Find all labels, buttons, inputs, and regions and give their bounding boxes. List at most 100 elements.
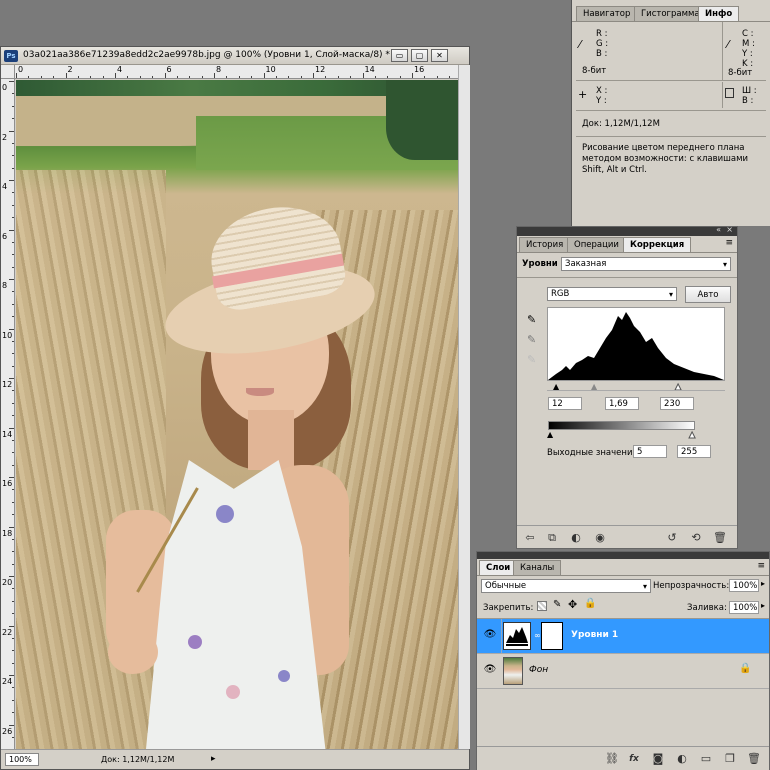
ruler-horizontal[interactable]: 0 2 4 6 8 10 12 14 16: [1, 65, 459, 79]
vertical-scrollbar[interactable]: [458, 65, 470, 749]
tab-history[interactable]: История: [519, 237, 571, 253]
lock-transparency-icon[interactable]: [537, 601, 547, 611]
output-white-field[interactable]: 255: [677, 445, 711, 458]
tab-info[interactable]: Инфо: [698, 6, 740, 22]
back-arrow-icon[interactable]: ⇦: [523, 531, 537, 545]
tab-histogram[interactable]: Гистограмма: [634, 6, 707, 22]
ruler-label: 2: [67, 65, 73, 74]
ruler-minor-tick: [176, 76, 178, 78]
zoom-field[interactable]: 100%: [5, 753, 39, 766]
preset-select[interactable]: Заказная ▾: [561, 257, 731, 271]
opacity-arrow-icon[interactable]: ▸: [761, 579, 765, 588]
layer-name[interactable]: Фон: [529, 665, 548, 675]
gray-eyedropper-icon[interactable]: ✎: [527, 333, 536, 346]
layer-row-background[interactable]: 👁 Фон 🔒: [477, 654, 769, 689]
ruler-minor-tick: [12, 551, 14, 553]
ruler-tick: [9, 378, 14, 379]
output-white-slider[interactable]: ▲: [688, 430, 695, 440]
ruler-label: 16: [2, 479, 13, 488]
input-gamma-field[interactable]: 1,69: [605, 397, 639, 410]
input-black-field[interactable]: 12: [548, 397, 582, 410]
trash-icon[interactable]: 🗑: [747, 752, 761, 766]
blend-mode-select[interactable]: Обычные ▾: [481, 579, 651, 593]
collapse-icon[interactable]: «: [716, 225, 721, 234]
panel-header-bar[interactable]: « ×: [517, 225, 737, 236]
levels-adjustment-icon: [506, 627, 528, 646]
ruler-tick: [9, 675, 14, 676]
white-eyedropper-icon[interactable]: ✎: [527, 353, 536, 366]
visibility-icon[interactable]: ◉: [593, 531, 607, 545]
minimize-button[interactable]: ▭: [391, 49, 408, 62]
tab-navigator[interactable]: Навигатор: [576, 6, 638, 22]
tab-layers[interactable]: Слои: [479, 560, 518, 576]
visibility-eye-icon[interactable]: 👁: [482, 629, 498, 643]
link-layers-icon[interactable]: ⛓: [605, 752, 619, 766]
ruler-minor-tick: [12, 402, 14, 404]
fx-icon[interactable]: fx: [627, 752, 641, 766]
layer-mask-thumbnail[interactable]: [541, 622, 563, 650]
view-previous-icon[interactable]: ↺: [665, 531, 679, 545]
tab-adjustments[interactable]: Коррекция: [623, 237, 692, 253]
ruler-tick: [115, 73, 116, 78]
eyedropper-icon: ⁄: [579, 38, 581, 51]
mask-icon[interactable]: ◐: [569, 531, 583, 545]
document-title-bar[interactable]: Ps 03a021aa386e71239a8edd2c2ae9978b.jpg …: [1, 47, 469, 65]
photo-neck: [248, 410, 294, 470]
ruler-tick: [9, 279, 14, 280]
ruler-minor-tick: [12, 291, 14, 293]
status-arrow-icon[interactable]: ▸: [211, 754, 216, 764]
lock-position-icon[interactable]: ✥: [568, 598, 577, 611]
chevron-down-icon: ▾: [642, 582, 647, 591]
lock-pixels-icon[interactable]: ✎: [553, 599, 561, 610]
input-white-field[interactable]: 230: [660, 397, 694, 410]
info-hint: Рисование цветом переднего плана методом…: [582, 143, 749, 175]
layer-name[interactable]: Уровни 1: [571, 630, 618, 640]
ruler-label: 10: [2, 330, 13, 340]
ruler-minor-tick: [40, 76, 42, 78]
ruler-label: 0: [2, 83, 8, 92]
black-eyedropper-icon[interactable]: ✎: [527, 313, 536, 326]
info-m-label: M :: [742, 39, 755, 49]
ruler-minor-tick: [12, 142, 14, 144]
ruler-vertical[interactable]: 0 2 4 6 8 10 12 14 16 18 20 22 24 26: [1, 79, 15, 749]
panel-header-bar[interactable]: [477, 552, 769, 559]
photo-dress-flower: [216, 505, 234, 523]
trash-icon[interactable]: 🗑: [713, 531, 727, 545]
fill-field[interactable]: 100%: [729, 601, 759, 614]
add-mask-icon[interactable]: ◙: [651, 752, 665, 766]
output-black-field[interactable]: 5: [633, 445, 667, 458]
channel-select[interactable]: RGB ▾: [547, 287, 677, 301]
tab-actions[interactable]: Операции: [567, 237, 626, 253]
new-layer-icon[interactable]: ❐: [723, 752, 737, 766]
document-size[interactable]: Док: 1,12M/1,12M: [101, 755, 174, 764]
ruler-label: 8: [2, 281, 8, 290]
lock-icon: 🔒: [739, 663, 752, 674]
fill-arrow-icon[interactable]: ▸: [761, 601, 765, 610]
image-canvas[interactable]: [16, 80, 458, 749]
close-button[interactable]: ✕: [431, 49, 448, 62]
new-group-icon[interactable]: ▭: [699, 752, 713, 766]
ruler-label: 18: [2, 528, 13, 538]
auto-button[interactable]: Авто: [685, 286, 731, 303]
panel-menu-icon[interactable]: ≡: [725, 238, 733, 248]
ruler-minor-tick: [127, 76, 129, 78]
opacity-field[interactable]: 100%: [729, 579, 759, 592]
clip-layer-icon[interactable]: ⧉: [545, 531, 559, 545]
ruler-minor-tick: [102, 76, 104, 78]
link-icon[interactable]: ∞: [534, 631, 541, 640]
tab-channels[interactable]: Каналы: [513, 560, 562, 576]
layer-row-levels[interactable]: 👁 ∞ Уровни 1: [477, 619, 769, 654]
info-panel: Навигатор Гистограмма Инфо ⁄ R : G : B :…: [571, 0, 770, 226]
adjustment-layer-icon[interactable]: ◐: [675, 752, 689, 766]
output-black-slider[interactable]: ▲: [547, 430, 553, 439]
reset-icon[interactable]: ⟲: [689, 531, 703, 545]
ruler-minor-tick: [12, 340, 14, 342]
ruler-corner[interactable]: [1, 65, 15, 79]
ruler-tick: [313, 73, 314, 78]
visibility-eye-icon[interactable]: 👁: [482, 664, 498, 678]
lock-all-icon[interactable]: 🔒: [584, 598, 596, 609]
panel-menu-icon[interactable]: ≡: [757, 561, 765, 571]
close-panel-icon[interactable]: ×: [726, 225, 733, 234]
maximize-button[interactable]: ▢: [411, 49, 428, 62]
ruler-tick: [9, 229, 14, 231]
